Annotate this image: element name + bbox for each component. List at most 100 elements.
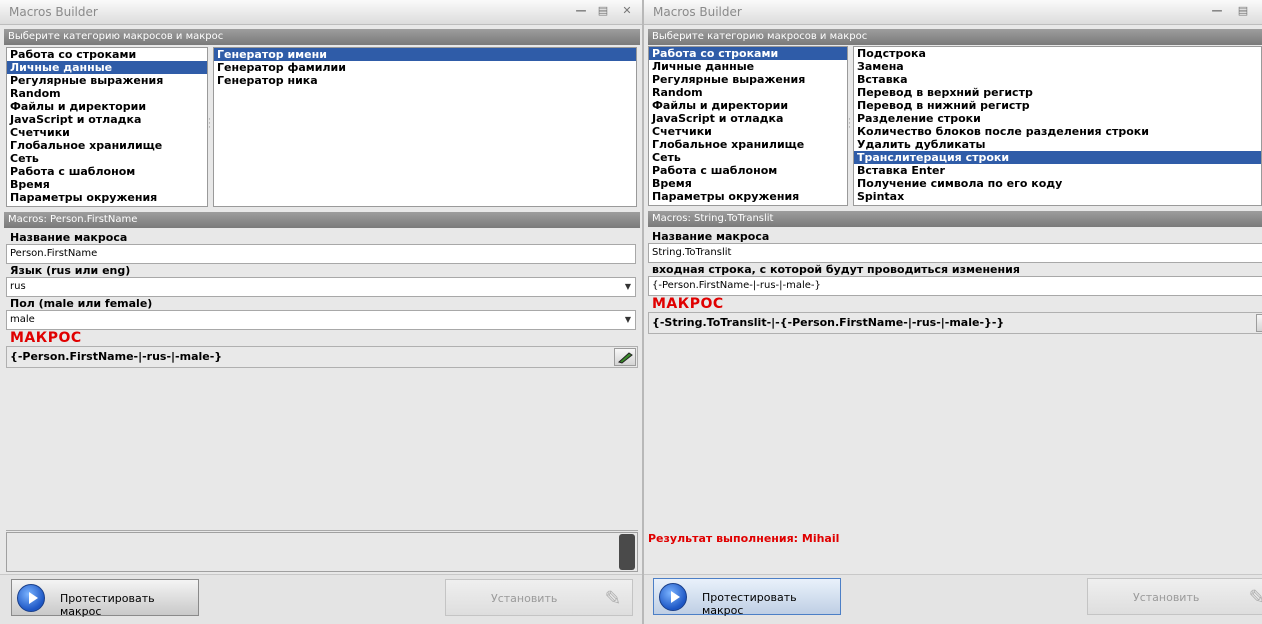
category-item[interactable]: Счетчики xyxy=(649,125,847,138)
macros-builder-window-left: Macros Builder — ▤ ✕ Выберите категорию … xyxy=(0,0,644,624)
install-button-label: Установить xyxy=(1133,591,1200,604)
field-value: Person.FirstName xyxy=(10,248,98,259)
category-item[interactable]: Время xyxy=(649,177,847,190)
copy-macro-button[interactable] xyxy=(614,348,636,366)
play-icon xyxy=(659,583,687,611)
category-item[interactable]: Random xyxy=(649,86,847,99)
macro-item[interactable]: Получение символа по его коду xyxy=(854,177,1261,190)
macro-item[interactable]: Разделение строки xyxy=(854,112,1261,125)
category-item[interactable]: Работа со строками xyxy=(649,47,847,60)
category-list[interactable]: Работа со строками Личные данные Регулярны… xyxy=(6,47,208,207)
field-label-gender: Пол (male или female) xyxy=(10,297,153,310)
category-item[interactable]: JavaScript и отладка xyxy=(649,112,847,125)
input-string-field[interactable]: {-Person.FirstName-|-rus-|-male-} xyxy=(648,276,1262,296)
field-value: male xyxy=(10,314,35,325)
category-list[interactable]: Работа со строками Личные данные Регулярны… xyxy=(648,46,848,206)
category-item[interactable]: Параметры окружения xyxy=(7,191,207,204)
scrollbar[interactable] xyxy=(619,534,635,570)
field-label-name: Название макроса xyxy=(652,230,770,243)
macro-item[interactable]: Транслитерация строки xyxy=(854,151,1261,164)
category-item[interactable]: Файлы и директории xyxy=(649,99,847,112)
macro-item[interactable]: Перевод в нижний регистр xyxy=(854,99,1261,112)
category-item[interactable]: Регулярные выражения xyxy=(649,73,847,86)
window-title: Macros Builder xyxy=(653,5,742,19)
test-macro-button[interactable]: Протестировать макрос xyxy=(11,579,199,618)
macro-item[interactable]: Количество блоков после разделения строк… xyxy=(854,125,1261,138)
gender-select[interactable]: male ▼ xyxy=(6,310,636,330)
category-item[interactable]: Файлы и директории xyxy=(7,100,207,113)
install-button[interactable]: Установить ✎ xyxy=(1087,578,1262,615)
macro-name-input[interactable]: Person.FirstName xyxy=(6,244,636,264)
title-bar: Macros Builder — ▤ ✕ xyxy=(0,0,642,25)
title-bar: Macros Builder — ▤ xyxy=(644,0,1262,25)
macro-item[interactable]: Генератор имени xyxy=(214,48,636,61)
button-bar: Протестировать макрос Установить ✎ xyxy=(644,574,1262,624)
chevron-down-icon[interactable]: ▼ xyxy=(625,278,631,296)
macro-item[interactable]: Spintax xyxy=(854,190,1261,203)
category-item[interactable]: Личные данные xyxy=(649,60,847,73)
test-macro-button-label: Протестировать макрос xyxy=(60,592,155,618)
macro-title: МАКРОС xyxy=(652,296,724,312)
splitter-handle[interactable]: · · · xyxy=(208,116,212,133)
category-item[interactable]: Работа с шаблоном xyxy=(649,164,847,177)
maximize-icon[interactable]: ▤ xyxy=(1236,4,1250,18)
window-title: Macros Builder xyxy=(9,5,98,19)
macro-item[interactable]: Удалить дубликаты xyxy=(854,138,1261,151)
macros-builder-window-right: Macros Builder — ▤ Выберите категорию ма… xyxy=(644,0,1262,624)
minimize-icon[interactable]: — xyxy=(574,4,588,18)
macro-item[interactable]: Генератор фамилии xyxy=(214,61,636,74)
install-button[interactable]: Установить ✎ xyxy=(445,579,633,616)
macro-text: {-Person.FirstName-|-rus-|-male-} xyxy=(10,350,223,363)
macros-header: Macros: String.ToTranslit xyxy=(648,211,1262,227)
minimize-icon[interactable]: — xyxy=(1210,4,1224,18)
field-label-input-string: входная строка, с которой будут проводит… xyxy=(652,263,1020,276)
category-item[interactable]: Глобальное хранилище xyxy=(649,138,847,151)
category-item[interactable]: Глобальное хранилище xyxy=(7,139,207,152)
test-macro-button[interactable]: Протестировать макрос xyxy=(653,578,841,617)
wrench-icon: ✎ xyxy=(604,586,622,610)
divider xyxy=(6,530,638,531)
category-item[interactable]: Счетчики xyxy=(7,126,207,139)
copy-macro-button[interactable] xyxy=(1256,314,1262,332)
macro-item[interactable]: Генератор ника xyxy=(214,74,636,87)
field-value: {-Person.FirstName-|-rus-|-male-} xyxy=(652,280,821,291)
macro-text: {-String.ToTranslit-|-{-Person.FirstName… xyxy=(652,316,1005,329)
category-item[interactable]: Random xyxy=(7,87,207,100)
field-value: String.ToTranslit xyxy=(652,247,732,258)
category-item[interactable]: Работа с шаблоном xyxy=(7,165,207,178)
macro-name-input[interactable]: String.ToTranslit xyxy=(648,243,1262,263)
play-icon xyxy=(17,584,45,612)
category-item[interactable]: Сеть xyxy=(7,152,207,165)
field-value: rus xyxy=(10,281,26,292)
macro-title: МАКРОС xyxy=(10,330,82,346)
category-item[interactable]: Личные данные xyxy=(7,61,207,74)
close-icon[interactable]: ✕ xyxy=(620,4,634,18)
macro-item[interactable]: Перевод в верхний регистр xyxy=(854,86,1261,99)
macro-item[interactable]: Подстрока xyxy=(854,47,1261,60)
macro-item[interactable]: Замена xyxy=(854,60,1261,73)
language-select[interactable]: rus ▼ xyxy=(6,277,636,297)
category-header: Выберите категорию макросов и макрос xyxy=(648,29,1262,45)
category-item[interactable]: Регулярные выражения xyxy=(7,74,207,87)
splitter-handle[interactable]: · · · xyxy=(848,116,852,133)
wrench-icon: ✎ xyxy=(1248,585,1262,609)
result-output-area xyxy=(6,532,638,572)
category-item[interactable]: Работа со строками xyxy=(7,48,207,61)
category-item[interactable]: Сеть xyxy=(649,151,847,164)
category-item[interactable]: Время xyxy=(7,178,207,191)
macro-output[interactable]: {-Person.FirstName-|-rus-|-male-} xyxy=(6,346,638,368)
macro-item[interactable]: Вставка xyxy=(854,73,1261,86)
macro-list[interactable]: Подстрока Замена Вставка Перевод в верхний … xyxy=(853,46,1262,206)
result-text: Результат выполнения: Mihail xyxy=(648,532,840,545)
install-button-label: Установить xyxy=(491,592,558,605)
macro-list[interactable]: Генератор имени Генератор фамилии Генерато… xyxy=(213,47,637,207)
category-header: Выберите категорию макросов и макрос xyxy=(4,29,640,45)
category-item[interactable]: JavaScript и отладка xyxy=(7,113,207,126)
field-label-lang: Язык (rus или eng) xyxy=(10,264,131,277)
category-item[interactable]: Параметры окружения xyxy=(649,190,847,203)
maximize-icon[interactable]: ▤ xyxy=(596,4,610,18)
button-bar: Протестировать макрос Установить ✎ xyxy=(0,574,642,624)
macro-output[interactable]: {-String.ToTranslit-|-{-Person.FirstName… xyxy=(648,312,1262,334)
macro-item[interactable]: Вставка Enter xyxy=(854,164,1261,177)
chevron-down-icon[interactable]: ▼ xyxy=(625,311,631,329)
